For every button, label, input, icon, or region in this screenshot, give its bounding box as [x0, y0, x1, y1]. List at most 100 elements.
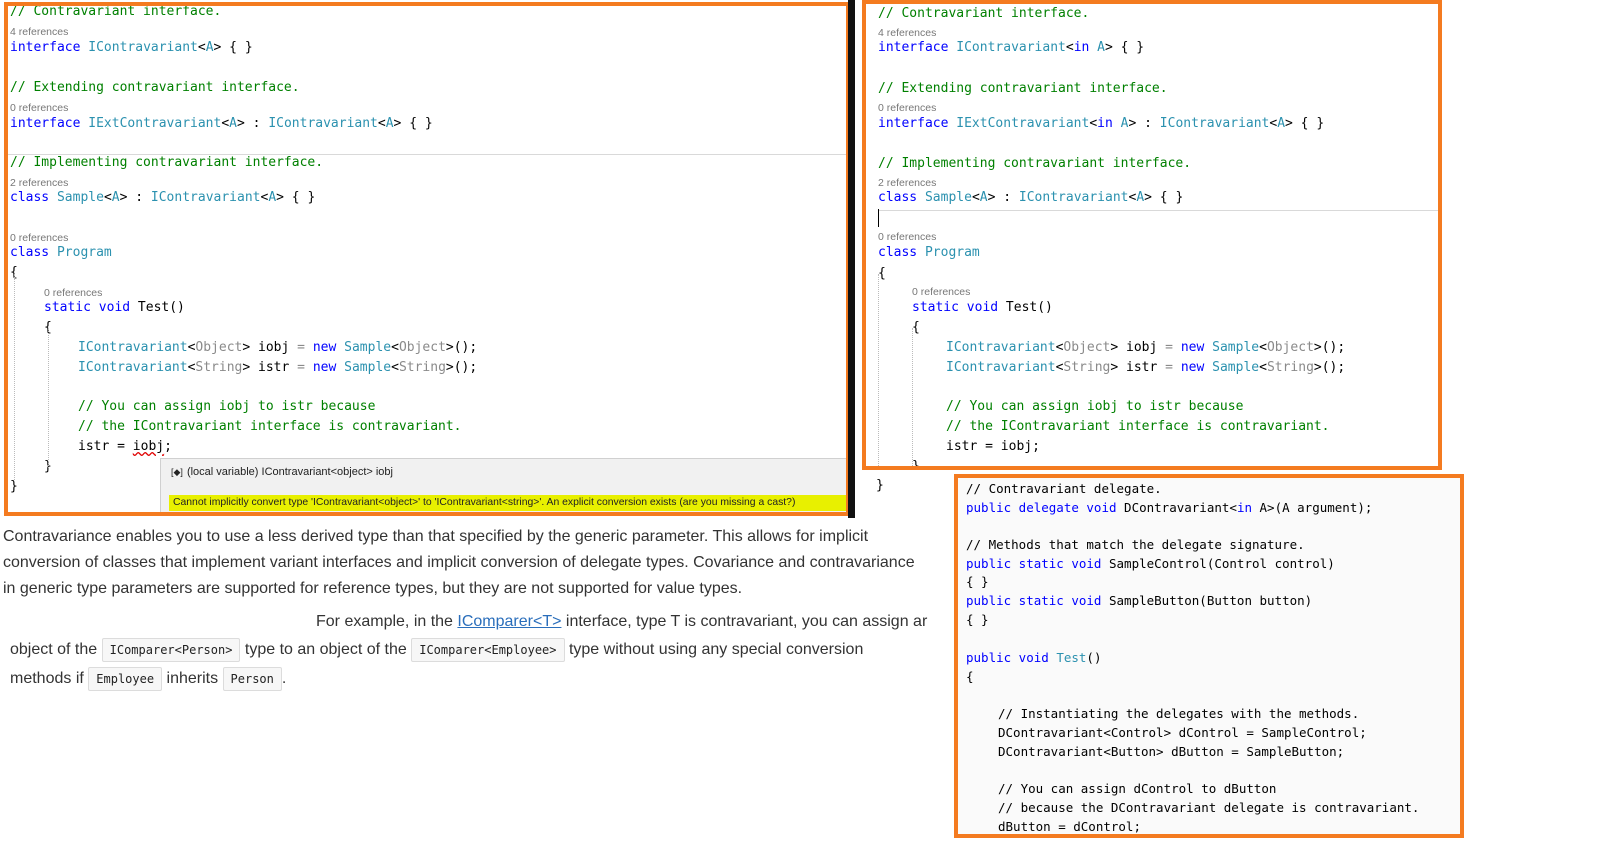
code-comment: // You can assign iobj to istr because — [78, 399, 376, 414]
code-chip-employee: Employee — [88, 667, 163, 691]
code-token: DContravariant<Control> dControl = Sampl… — [998, 725, 1367, 740]
code-comment: // Implementing contravariant interface. — [10, 155, 324, 170]
code-token: DContravariant< — [1124, 500, 1237, 515]
code-token: { — [878, 266, 886, 281]
code-line: istr = iobj; — [946, 439, 1040, 455]
code-line: interface IExtContravariant<A> : IContra… — [10, 116, 433, 132]
indent-guide — [878, 274, 879, 466]
code-token: A — [268, 190, 277, 205]
code-token: IContravariant — [88, 40, 198, 55]
code-token: < — [391, 340, 399, 355]
code-line: DContravariant<Button> dButton = SampleB… — [998, 744, 1344, 760]
codelens-references: 4 references — [878, 27, 937, 39]
code-token: > iobj — [242, 340, 298, 355]
code-token: in — [1236, 500, 1260, 515]
code-token: } — [912, 459, 920, 470]
tooltip-info-row: [◆] (local variable) IContravariant<objec… — [171, 466, 393, 478]
article-paragraph-line: in generic type parameters are supported… — [3, 580, 743, 597]
code-token: IContravariant — [78, 340, 188, 355]
tooltip-error-row: Cannot implicitly convert type 'IContrav… — [169, 495, 846, 511]
code-line: IContravariant<String> istr = new Sample… — [78, 360, 477, 376]
codelens-references: 4 references — [10, 26, 69, 38]
code-line: istr = iobj; — [78, 439, 172, 455]
code-token: >(); — [445, 360, 478, 375]
code-token: new — [305, 340, 345, 355]
code-panel-contravariant: // Contravariant interface. 4 references i… — [862, 0, 1442, 470]
codelens-references: 0 references — [878, 231, 937, 243]
codelens-references: 0 references — [878, 102, 937, 114]
code-token: SampleButton(Button button) — [1109, 593, 1313, 608]
article-line: methods if Employee inherits Person. — [10, 667, 286, 691]
code-token: A — [205, 40, 214, 55]
tooltip-info-text: (local variable) IContravariant<object> … — [186, 466, 393, 478]
code-token: Object — [1063, 340, 1111, 355]
code-token: Object — [195, 340, 243, 355]
code-area: // Contravariant interface. 4 references i… — [8, 6, 846, 512]
code-token: < — [1259, 360, 1267, 375]
quick-info-tooltip: [◆] (local variable) IContravariant<objec… — [160, 458, 846, 512]
code-token: = — [297, 340, 305, 355]
text-fragment: . — [281, 670, 287, 688]
code-token: > { } — [1144, 190, 1184, 205]
code-token: in — [1097, 116, 1121, 131]
code-comment: // Extending contravariant interface. — [10, 80, 300, 95]
code-token: Test() — [137, 300, 185, 315]
closing-brace: } — [876, 478, 884, 493]
code-comment: // the IContravariant interface is contr… — [78, 419, 462, 434]
code-token: Sample — [1212, 340, 1260, 355]
line-separator — [8, 154, 846, 155]
code-token: > : — [119, 190, 151, 205]
code-token: new — [1173, 340, 1213, 355]
code-panel-invariant: // Contravariant interface. 4 references i… — [4, 2, 850, 516]
code-token: Program — [56, 245, 112, 260]
text-fragment: methods if — [10, 670, 89, 688]
code-comment: // Methods that match the delegate signa… — [966, 537, 1305, 552]
code-token: < — [391, 360, 399, 375]
code-line: IContravariant<Object> iobj = new Sample… — [78, 340, 477, 356]
code-comment: // Contravariant interface. — [878, 6, 1090, 21]
code-token: Sample — [344, 360, 392, 375]
code-token: class — [878, 245, 925, 260]
code-line: class Sample<A> : IContravariant<A> { } — [10, 190, 315, 206]
code-area: // Contravariant delegate. public delegat… — [958, 478, 1460, 834]
codelens-references: 0 references — [44, 287, 103, 299]
code-token: IContravariant — [946, 340, 1056, 355]
code-token: A — [385, 116, 394, 131]
code-line: DContravariant<Control> dControl = Sampl… — [998, 725, 1367, 741]
code-token: = — [297, 360, 305, 375]
line-separator — [878, 210, 1438, 211]
code-token: > { } — [276, 190, 316, 205]
code-token: public delegate void — [966, 500, 1125, 515]
code-token: DContravariant<Button> dButton = SampleB… — [998, 744, 1345, 759]
code-token: String — [398, 360, 446, 375]
tooltip-error-text: Cannot implicitly convert type 'IContrav… — [173, 497, 796, 508]
code-area: // Contravariant interface. 4 references i… — [866, 4, 1438, 466]
code-token: interface — [878, 40, 957, 55]
code-line: interface IExtContravariant<in A > : ICon… — [878, 116, 1324, 132]
codelens-references: 2 references — [878, 177, 937, 189]
code-token: Sample — [1212, 360, 1260, 375]
code-token: static void — [912, 300, 1006, 315]
code-token: Test — [1056, 650, 1087, 665]
code-token: IExtContravariant — [956, 116, 1090, 131]
code-token: < — [971, 190, 980, 205]
screenshot-divider — [848, 0, 855, 518]
code-token: { } — [966, 612, 989, 627]
code-token: class — [878, 190, 925, 205]
code-token: < — [103, 190, 112, 205]
code-chip-person: Person — [222, 667, 282, 691]
code-comment: // because the DContravariant delegate i… — [998, 800, 1420, 815]
code-token: Test() — [1005, 300, 1053, 315]
code-line: public void Test() — [966, 650, 1101, 666]
code-comment: // the IContravariant interface is contr… — [946, 419, 1330, 434]
code-token: SampleControl(Control control) — [1109, 556, 1335, 571]
code-line: public static void SampleButton(Button b… — [966, 593, 1312, 609]
code-token: > : — [237, 116, 269, 131]
code-comment: // You can assign iobj to istr because — [946, 399, 1244, 414]
code-token: public static void — [966, 556, 1109, 571]
code-line: } — [912, 459, 920, 470]
icomparer-link[interactable]: IComparer<T> — [457, 613, 561, 630]
code-line: interface IContravariant<in A> { } — [878, 40, 1144, 56]
code-token: () — [1086, 650, 1102, 665]
code-token: A — [1277, 116, 1286, 131]
